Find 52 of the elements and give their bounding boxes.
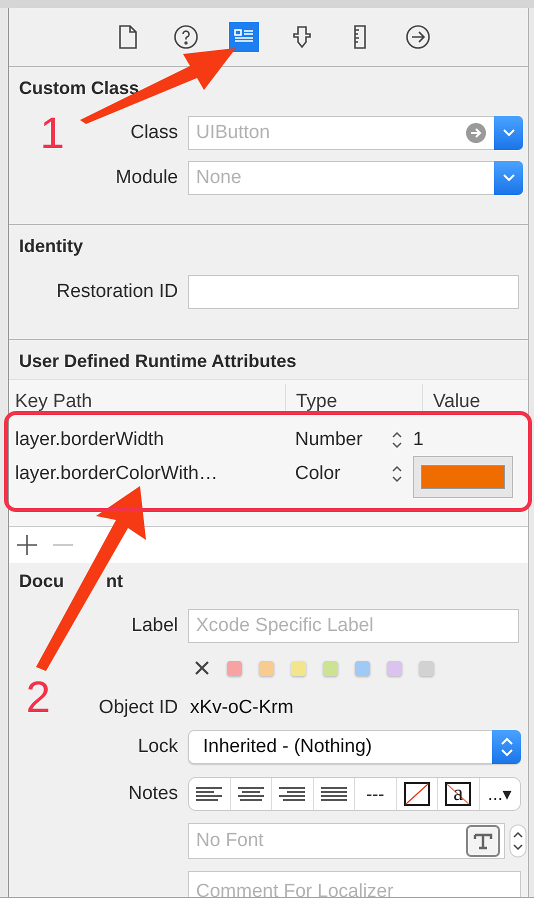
color-swatch[interactable] [227,660,242,676]
table-cell: 1 [413,429,424,451]
color-swatch[interactable] [323,660,338,676]
table-cell-text: Number [294,429,364,451]
clear-icon[interactable] [194,660,210,676]
color-swatch[interactable] [387,660,402,676]
stepper-icon[interactable] [391,430,403,450]
chevron-down-icon [502,128,516,138]
field-label: Restoration ID [56,281,179,303]
section-title: User Defined Runtime Attributes [18,350,298,372]
color-swatch[interactable] [419,660,434,676]
field-label: Object ID [98,697,179,719]
dropdown-button[interactable] [494,116,523,150]
align-left-icon [195,786,224,802]
step-number: 1 [40,112,64,156]
section-title: Custom Class [19,77,140,99]
label-field[interactable]: Xcode Specific Label [188,609,519,643]
justify-icon [320,786,348,802]
field-label: Label [130,615,179,637]
color-swatch[interactable] [291,660,306,676]
align-right-icon [278,786,306,802]
restoration-id-field[interactable] [188,275,519,309]
field-label: Module [114,167,179,189]
add-icon[interactable] [16,534,38,556]
align-center-icon [236,786,265,802]
color-swatch[interactable] [259,660,274,676]
section-title: Docu [19,570,64,592]
color-swatch[interactable] [355,660,370,676]
column-header[interactable]: Type [286,384,423,414]
color-well[interactable] [413,456,513,498]
table-cell-text: layer.borderWidth [14,429,165,451]
section-title: Identity [19,235,84,257]
identity-card-icon[interactable] [228,22,258,52]
font-picker-icon[interactable] [466,825,500,857]
object-id: xKv-oC-Krm [189,697,294,719]
column-header[interactable]: Value [423,384,480,414]
table-cell-text: Color [294,463,342,485]
stepper-icon[interactable] [391,464,403,484]
dropdown-button[interactable] [494,161,523,195]
field-label: Class [130,122,178,143]
field-label: Lock [136,736,179,758]
field-label: Notes [127,783,179,805]
arrow-right-icon[interactable] [466,123,486,143]
chevron-down-icon [502,173,516,183]
step-number: 2 [26,676,50,720]
toolbar-button[interactable]: ...▾ [480,778,520,810]
table-cell-text: layer.borderColorWith… [14,463,219,485]
column-header[interactable]: Key Path [9,384,286,414]
section-title: nt [106,570,123,592]
lock-popup[interactable]: Inherited - (Nothing) [188,730,521,764]
updown-icon [500,736,514,758]
toolbar-button[interactable]: --- [355,778,396,810]
